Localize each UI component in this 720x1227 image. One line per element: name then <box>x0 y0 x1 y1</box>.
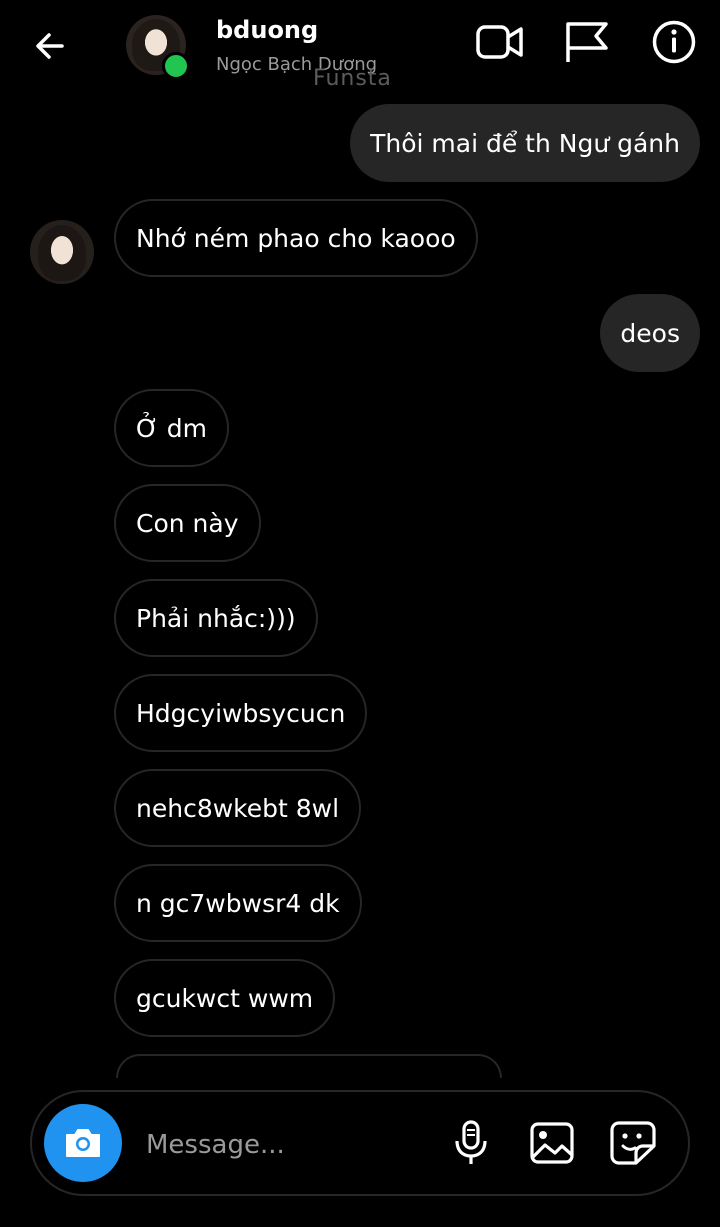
message-bubble-incoming[interactable]: Phải nhắc:))) <box>114 579 318 657</box>
contact-username[interactable]: bduong <box>216 16 318 44</box>
message-bubble-incoming[interactable]: Ở dm <box>114 389 229 467</box>
info-icon <box>652 20 696 64</box>
camera-button[interactable] <box>44 1104 122 1182</box>
video-call-button[interactable] <box>474 18 526 66</box>
message-bubble-partial[interactable] <box>116 1054 502 1078</box>
message-bubble-incoming[interactable]: Con này <box>114 484 261 562</box>
camera-icon <box>66 1129 100 1157</box>
chat-header: bduong Ngọc Bạch Dương Funsta <box>0 0 720 92</box>
arrow-left-icon <box>36 33 64 59</box>
message-bubble-incoming[interactable]: nehc8wkebt 8wl <box>114 769 362 847</box>
online-status-dot <box>162 52 190 80</box>
avatar-photo <box>38 225 86 281</box>
message-bubble-incoming[interactable]: gcukwct wwm <box>114 959 336 1037</box>
sticker-icon <box>610 1121 656 1165</box>
message-bubble-outgoing[interactable]: deos <box>600 294 700 372</box>
report-button[interactable] <box>560 18 612 66</box>
message-bubble-incoming[interactable]: Hdgcyiwbsycucn <box>114 674 368 752</box>
back-button[interactable] <box>28 24 72 68</box>
message-bubble-incoming[interactable]: n gc7wbwsr4 dk <box>114 864 362 942</box>
sticker-button[interactable] <box>608 1118 658 1168</box>
voice-message-button[interactable] <box>446 1118 496 1168</box>
microphone-icon <box>455 1120 487 1164</box>
app-watermark: Funsta <box>313 66 392 91</box>
image-icon <box>530 1122 574 1164</box>
message-input[interactable] <box>144 1122 428 1168</box>
video-camera-icon <box>476 25 523 59</box>
sender-avatar[interactable] <box>30 220 94 284</box>
message-bubble-incoming[interactable]: Nhớ ném phao cho kaooo <box>114 199 478 277</box>
gallery-button[interactable] <box>527 1118 577 1168</box>
message-bubble-outgoing[interactable]: Thôi mai để th Ngư gánh <box>350 104 700 182</box>
info-button[interactable] <box>648 18 700 66</box>
flag-icon <box>566 22 608 62</box>
